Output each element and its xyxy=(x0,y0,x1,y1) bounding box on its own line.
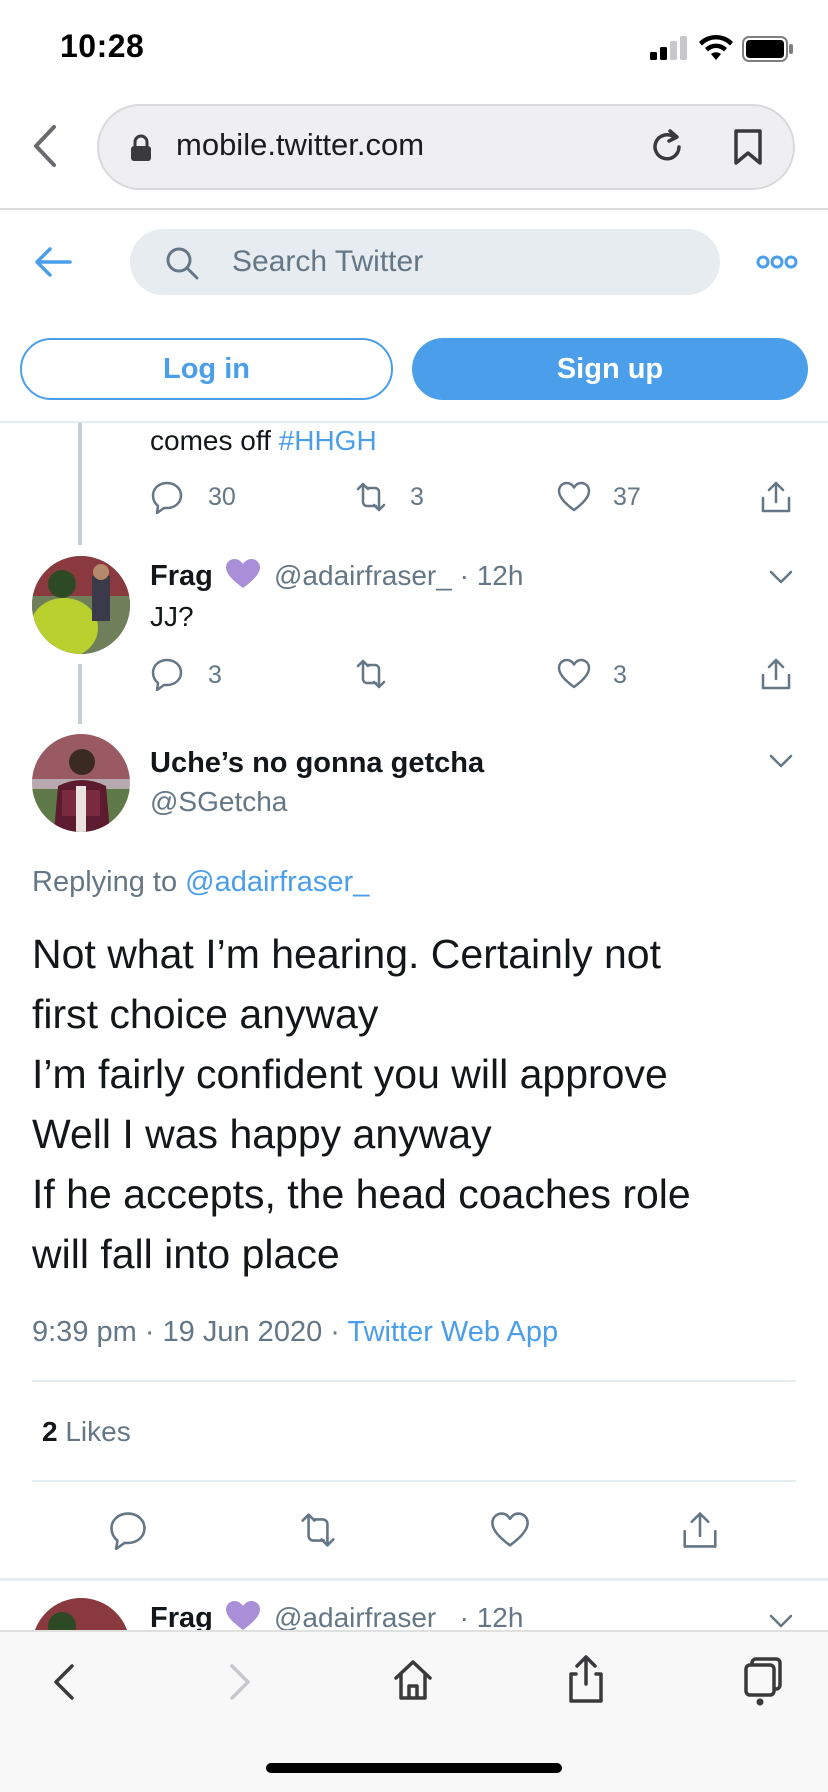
login-button[interactable]: Log in xyxy=(20,338,393,400)
more-options-icon[interactable] xyxy=(756,254,798,270)
like-count: 37 xyxy=(613,483,641,511)
purple-heart-icon xyxy=(226,559,260,588)
replying-to-label: Replying to xyxy=(32,866,186,898)
search-icon xyxy=(166,247,199,280)
author-name[interactable]: Uche’s no gonna getcha xyxy=(150,747,484,780)
browser-back-icon[interactable] xyxy=(30,124,60,168)
chevron-down-icon[interactable] xyxy=(768,1612,794,1630)
reload-icon[interactable] xyxy=(648,128,686,166)
like-count: 3 xyxy=(613,661,627,689)
signup-button[interactable]: Sign up xyxy=(412,338,808,400)
home-icon[interactable] xyxy=(393,1658,433,1702)
chevron-down-icon[interactable] xyxy=(768,568,794,586)
share-icon[interactable] xyxy=(680,1510,720,1550)
retweet-icon[interactable] xyxy=(296,1510,340,1550)
purple-heart-icon xyxy=(226,1601,260,1630)
replying-to: Replying to @adairfraser_ xyxy=(32,866,369,899)
url-text: mobile.twitter.com xyxy=(176,127,425,162)
retweet-icon[interactable] xyxy=(354,480,388,514)
share-icon[interactable] xyxy=(759,657,793,691)
reply-tweet-text: JJ? xyxy=(150,601,194,632)
reply-count: 3 xyxy=(208,661,222,689)
replying-to-handle[interactable]: @adairfraser_ xyxy=(185,866,369,898)
likes-count: 2 xyxy=(42,1416,58,1447)
author-meta: @adairfraser_ · 12h xyxy=(274,560,523,592)
author-handle[interactable]: @SGetcha xyxy=(150,786,287,818)
chevron-down-icon[interactable] xyxy=(768,752,794,770)
header-divider xyxy=(0,421,828,423)
avatar[interactable] xyxy=(32,556,130,654)
bookmark-icon[interactable] xyxy=(733,128,763,166)
reply-icon[interactable] xyxy=(150,657,184,691)
browser-divider xyxy=(0,208,828,210)
source-link[interactable]: Twitter Web App xyxy=(347,1316,558,1348)
reply-count: 30 xyxy=(208,483,236,511)
thread-line xyxy=(78,423,82,545)
cellular-signal-icon xyxy=(650,36,687,60)
search-placeholder: Search Twitter xyxy=(232,245,424,278)
author-handle[interactable]: @adairfraser_ xyxy=(274,1602,452,1633)
hashtag-link[interactable]: #HHGH xyxy=(279,425,377,456)
status-time: 10:28 xyxy=(60,28,145,64)
timestamp-text: 9:39 pm · 19 Jun 2020 · xyxy=(32,1316,348,1348)
avatar-photo xyxy=(32,734,130,832)
author-name[interactable]: Frag xyxy=(150,560,213,593)
likes-label: Likes xyxy=(65,1416,131,1447)
thread-line xyxy=(78,664,82,724)
divider xyxy=(32,1380,796,1382)
likes-row[interactable]: 2 Likes xyxy=(42,1416,131,1448)
wifi-icon xyxy=(699,34,733,60)
author-handle[interactable]: @adairfraser_ xyxy=(274,560,452,591)
like-icon[interactable] xyxy=(490,1510,530,1550)
share-icon[interactable] xyxy=(568,1654,604,1704)
reply-icon[interactable] xyxy=(150,480,184,514)
like-icon[interactable] xyxy=(557,657,591,691)
avatar-photo xyxy=(32,556,130,654)
avatar[interactable] xyxy=(32,734,130,832)
divider xyxy=(32,1480,796,1482)
divider xyxy=(0,1578,828,1581)
prev-tweet-text: comes off #HHGH xyxy=(150,425,377,457)
back-arrow-icon[interactable] xyxy=(34,246,72,278)
reply-icon[interactable] xyxy=(108,1510,148,1550)
browser-back-icon[interactable] xyxy=(50,1662,78,1702)
tabs-icon[interactable] xyxy=(742,1656,786,1706)
lock-icon xyxy=(131,134,151,161)
tweet-body: Not what I’m hearing. Certainly not firs… xyxy=(32,931,691,1277)
search-input[interactable] xyxy=(130,229,720,295)
like-icon[interactable] xyxy=(557,480,591,514)
battery-icon xyxy=(742,36,793,62)
tweet-time: · 12h xyxy=(459,1602,524,1633)
tweet-time: · 12h xyxy=(459,560,524,591)
prev-tweet-text-body: comes off xyxy=(150,425,279,456)
retweet-count: 3 xyxy=(410,483,424,511)
retweet-icon[interactable] xyxy=(354,657,388,691)
home-indicator xyxy=(266,1763,562,1773)
share-icon[interactable] xyxy=(759,480,793,514)
tweet-timestamp: 9:39 pm · 19 Jun 2020 · Twitter Web App xyxy=(32,1316,558,1349)
browser-forward-icon[interactable] xyxy=(226,1662,254,1702)
